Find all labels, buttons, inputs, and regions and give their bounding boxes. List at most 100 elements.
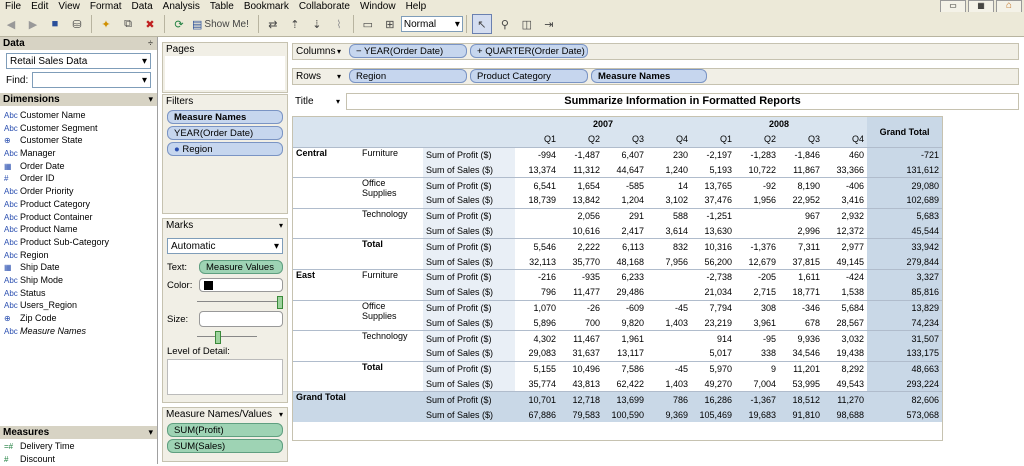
measure-field[interactable]: =# Delivery Time	[0, 440, 157, 453]
size-slider-handle[interactable]	[215, 331, 221, 344]
forward-button[interactable]: ▶	[24, 15, 42, 33]
value-cell[interactable]: -45	[647, 361, 691, 376]
value-cell[interactable]: 100,590	[603, 407, 647, 422]
dimension-field[interactable]: ▦ Ship Date	[0, 261, 157, 274]
filter-measure-names-pill[interactable]: Measure Names	[167, 110, 283, 124]
measure-name-cell[interactable]: Sum of Profit ($)	[423, 330, 515, 346]
value-cell[interactable]: -2,197	[691, 147, 735, 162]
chevron-down-icon[interactable]: ▾	[337, 44, 341, 59]
auto-update-button[interactable]: ⟳	[170, 15, 188, 33]
value-cell[interactable]: 3,327	[867, 269, 943, 285]
quarter-header[interactable]: Q1	[691, 131, 736, 148]
value-cell[interactable]: 13,829	[867, 300, 943, 316]
measure-name-cell[interactable]: Sum of Sales ($)	[423, 254, 515, 270]
value-cell[interactable]: 6,407	[603, 147, 647, 162]
value-cell[interactable]: 2,715	[735, 285, 779, 300]
measure-name-cell[interactable]: Sum of Sales ($)	[423, 162, 515, 178]
value-cell[interactable]: 8,190	[779, 178, 823, 193]
measure-name-cell[interactable]: Sum of Profit ($)	[423, 361, 515, 377]
measure-name-cell[interactable]: Sum of Profit ($)	[423, 238, 515, 255]
value-cell[interactable]: 13,630	[691, 224, 735, 239]
measure-name-cell[interactable]: Sum of Sales ($)	[423, 345, 515, 362]
pages-shelf[interactable]	[165, 56, 285, 90]
value-cell[interactable]: 37,476	[691, 193, 735, 208]
value-cell[interactable]: 2,996	[779, 224, 823, 239]
value-cell[interactable]: -205	[735, 269, 779, 284]
value-cell[interactable]: 10,316	[691, 239, 735, 254]
color-button[interactable]	[199, 278, 283, 292]
value-cell[interactable]: 2,222	[559, 239, 603, 254]
value-cell[interactable]: -216	[515, 269, 559, 284]
quarter-header[interactable]: Q3	[779, 131, 824, 148]
value-cell[interactable]: 11,270	[823, 391, 868, 408]
value-cell[interactable]: 11,477	[559, 285, 603, 300]
dimension-field[interactable]: Abc Measure Names	[0, 325, 157, 338]
connect-data-button[interactable]: ⛁	[68, 15, 86, 33]
value-cell[interactable]: 7,794	[691, 300, 735, 315]
back-button[interactable]: ◀	[2, 15, 20, 33]
value-cell[interactable]: 1,070	[515, 300, 559, 315]
value-cell[interactable]: 1,611	[779, 269, 823, 284]
value-cell[interactable]: -585	[603, 178, 647, 193]
value-cell[interactable]: 291	[603, 208, 647, 223]
value-cell[interactable]: 105,469	[691, 407, 736, 422]
menu-window[interactable]: Window	[360, 1, 396, 12]
value-cell[interactable]: 786	[647, 391, 692, 408]
attach-button[interactable]: ⌇	[330, 15, 348, 33]
value-cell[interactable]: 44,647	[603, 162, 647, 177]
menu-table[interactable]: Table	[210, 1, 234, 12]
value-cell[interactable]: 56,200	[691, 254, 735, 269]
value-cell[interactable]: 131,612	[867, 162, 943, 178]
value-cell[interactable]: 1,403	[647, 377, 691, 392]
region-cell[interactable]: Central	[293, 147, 359, 178]
value-cell[interactable]: 7,311	[779, 239, 823, 254]
value-cell[interactable]: 1,403	[647, 315, 691, 330]
fit-select[interactable]: Normal ▾	[400, 16, 463, 32]
value-cell[interactable]: 9	[735, 361, 779, 376]
measure-name-cell[interactable]: Sum of Profit ($)	[423, 147, 515, 163]
dimension-field[interactable]: Abc Product Name	[0, 223, 157, 236]
value-cell[interactable]: 14	[647, 178, 691, 193]
pages-card[interactable]: Pages	[162, 42, 288, 93]
value-cell[interactable]: 3,961	[735, 315, 779, 330]
value-cell[interactable]: 1,654	[559, 178, 603, 193]
value-cell[interactable]: 13,842	[559, 193, 603, 208]
value-cell[interactable]: 31,507	[867, 330, 943, 346]
columns-quarter-pill[interactable]: + QUARTER(Order Date)	[470, 44, 588, 58]
value-cell[interactable]: 5,683	[867, 208, 943, 224]
expand-icon[interactable]: +	[477, 46, 483, 57]
value-cell[interactable]: 832	[647, 239, 691, 254]
value-cell[interactable]: 11,467	[559, 331, 603, 346]
value-cell[interactable]: 2,056	[559, 208, 603, 223]
clear-sheet-button[interactable]: ✖	[141, 15, 159, 33]
value-cell[interactable]: -721	[867, 147, 943, 163]
measure-name-cell[interactable]: Sum of Sales ($)	[423, 376, 515, 392]
value-cell[interactable]: -95	[735, 331, 779, 346]
dimension-field[interactable]: ⊕ Customer State	[0, 134, 157, 147]
measure-field[interactable]: # Discount	[0, 453, 157, 466]
value-cell[interactable]: 13,374	[515, 162, 559, 177]
region-cell[interactable]	[293, 300, 359, 331]
size-slider[interactable]	[197, 331, 257, 344]
value-cell[interactable]: 7,956	[647, 254, 691, 269]
measure-name-cell[interactable]: Sum of Profit ($)	[423, 208, 515, 224]
value-cell[interactable]: 12,679	[735, 254, 779, 269]
dimension-field[interactable]: Abc Product Container	[0, 211, 157, 224]
select-tool-button[interactable]: ◫	[518, 15, 536, 33]
filter-region-pill[interactable]: ● Region	[167, 142, 283, 156]
value-cell[interactable]: 5,970	[691, 361, 735, 376]
measure-name-cell[interactable]: Sum of Profit ($)	[423, 177, 515, 193]
value-cell[interactable]: -1,283	[735, 147, 779, 162]
value-cell[interactable]: 45,544	[867, 223, 943, 239]
dimension-field[interactable]: Abc Order Priority	[0, 185, 157, 198]
value-cell[interactable]: 9,369	[647, 407, 692, 422]
menu-view[interactable]: View	[58, 1, 80, 12]
pointer-tool-button[interactable]: ↖	[471, 14, 492, 34]
value-cell[interactable]: 1,538	[823, 285, 867, 300]
value-cell[interactable]: 3,102	[647, 193, 691, 208]
value-cell[interactable]: 49,145	[823, 254, 867, 269]
value-cell[interactable]: 700	[559, 315, 603, 330]
filter-year-order-date-pill[interactable]: YEAR(Order Date)	[167, 126, 283, 140]
dimension-field[interactable]: Abc Customer Segment	[0, 122, 157, 135]
value-cell[interactable]: 11,867	[779, 162, 823, 177]
